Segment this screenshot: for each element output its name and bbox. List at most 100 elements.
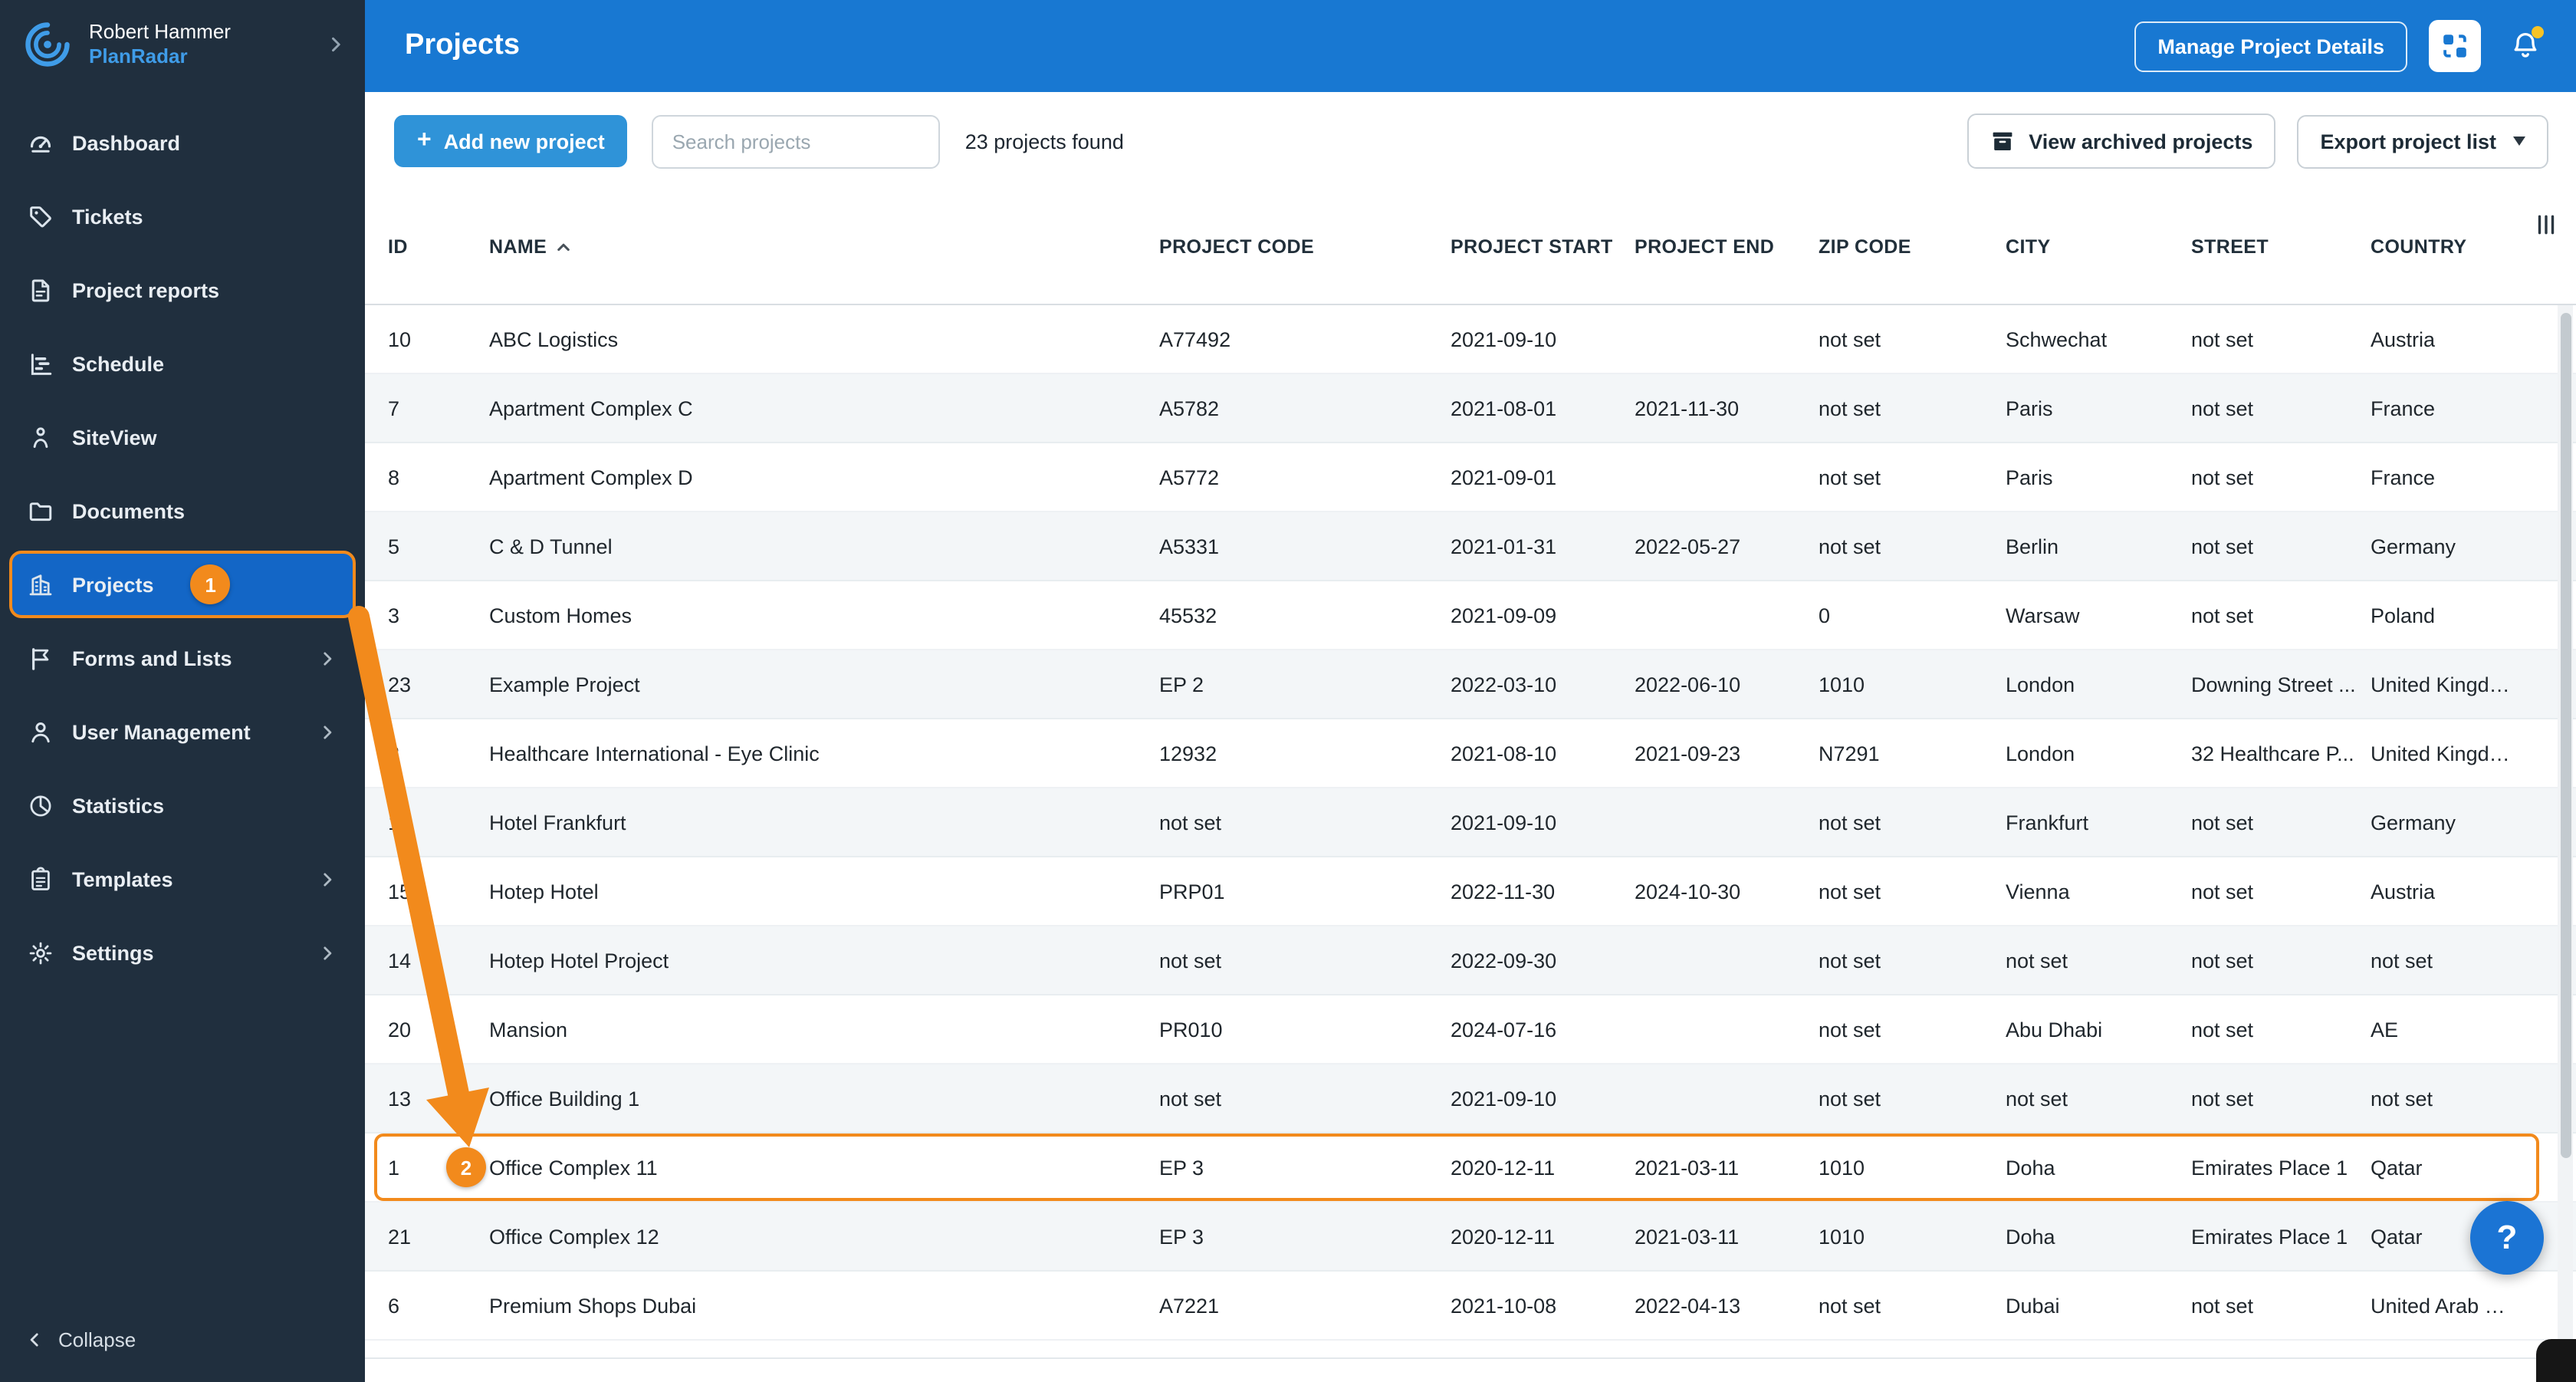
manage-project-details-button[interactable]: Manage Project Details [2134,21,2407,71]
notifications-button[interactable] [2502,21,2548,71]
column-header-id[interactable]: ID [388,236,489,258]
cell-name: Hotel Frankfurt [489,811,626,834]
cell-city: Frankfurt [2006,811,2089,834]
table-row[interactable]: 20 Mansion PR010 2024-07-16 not set Abu Dhabi… [365,995,2576,1064]
table-row[interactable]: 15 Hotep Hotel PRP01 2022-11-30 2024-10-30 no… [365,857,2576,926]
cell-project-code: not set [1159,949,1222,972]
cell-country: Germany [2371,535,2456,558]
cell-zip-code: 1010 [1819,1225,1865,1248]
column-header-project-code[interactable]: PROJECT CODE [1159,236,1451,258]
sidebar-item-settings[interactable]: Settings [9,919,356,986]
cell-project-start: 2021-09-10 [1451,327,1557,350]
collapse-button[interactable]: Collapse [0,1304,365,1382]
sidebar-item-label: SiteView [72,426,157,449]
annotation-step-1-badge: 1 [190,564,231,604]
account-menu[interactable]: Robert Hammer PlanRadar [0,0,365,89]
table-row[interactable]: 6 Premium Shops Dubai A7221 2021-10-08 2022-… [365,1272,2576,1341]
table-row[interactable]: 7 Apartment Complex C A5782 2021-08-01 2021-… [365,374,2576,443]
ticket-icon [28,203,54,229]
cell-country: United Arab Em... [2371,1294,2530,1317]
cell-city: Doha [2006,1225,2055,1248]
sidebar-item-label: Documents [72,499,186,522]
cell-id: 2 [388,742,400,765]
sidebar-item-schedule[interactable]: Schedule [9,330,356,397]
view-archived-projects-button[interactable]: View archived projects [1967,114,2276,169]
scrollbar-thumb[interactable] [2561,313,2571,1158]
cell-project-code: EP 3 [1159,1156,1204,1179]
table-row[interactable]: 13 Office Building 1 not set 2021-09-10 not … [365,1064,2576,1134]
cell-name: Apartment Complex D [489,466,693,489]
page-title: Projects [405,29,520,61]
chevron-right-icon[interactable] [325,34,347,55]
cell-project-start: 2022-03-10 [1451,673,1557,696]
table-row[interactable]: 10 ABC Logistics A77492 2021-09-10 not set Sc… [365,305,2576,374]
sidebar-item-user-management[interactable]: User Management [9,698,356,765]
sidebar-item-tickets[interactable]: Tickets [9,183,356,250]
projects-table: ID NAME PROJECT CODE PROJECT START PROJECT E… [365,190,2576,1382]
user-name: Robert Hammer [89,19,231,43]
table-row[interactable]: 21 Office Complex 12 EP 3 2020-12-11 2021-03… [365,1203,2576,1272]
table-row[interactable]: 12 Hotel Frankfurt not set 2021-09-10 not se… [365,788,2576,857]
column-header-project-end[interactable]: PROJECT END [1635,236,1819,258]
column-header-city[interactable]: CITY [2006,236,2191,258]
table-row[interactable]: 8 Apartment Complex D A5772 2021-09-01 not s… [365,443,2576,512]
column-settings-icon[interactable] [2533,212,2559,238]
cell-country: not set [2371,1087,2433,1110]
cell-id: 20 [388,1018,412,1041]
chevron-right-icon [317,648,337,668]
column-header-country[interactable]: COUNTRY [2371,236,2530,258]
cell-name: Custom Homes [489,604,632,627]
add-new-project-button[interactable]: + Add new project [394,115,628,167]
corner-overlay [2536,1339,2576,1382]
user-icon [28,719,54,745]
table-row[interactable]: 1 Office Complex 11 EP 3 2020-12-11 2021-03-… [365,1134,2576,1203]
collapse-label: Collapse [58,1328,136,1351]
table-row[interactable]: 5 C & D Tunnel A5331 2021-01-31 2022-05-27 no… [365,512,2576,581]
apps-button[interactable] [2429,20,2481,72]
table-row[interactable]: 2 Healthcare International - Eye Clinic 12… [365,719,2576,788]
sidebar-item-label: Project reports [72,278,220,301]
folder-icon [28,498,54,524]
cell-project-code: not set [1159,811,1222,834]
cell-country: United Kingdom [2371,673,2518,696]
sidebar-item-templates[interactable]: Templates [9,845,356,913]
scrollbar[interactable] [2558,305,2573,1341]
export-project-list-button[interactable]: Export project list [2297,114,2548,168]
column-header-name[interactable]: NAME [489,236,1159,258]
chevron-right-icon [317,943,337,962]
sidebar-item-project-reports[interactable]: Project reports [9,256,356,324]
sidebar-item-label: Forms and Lists [72,647,232,670]
cell-project-end: 2022-05-27 [1635,535,1741,558]
cell-zip-code: N7291 [1819,742,1880,765]
cell-project-end: 2024-10-30 [1635,880,1741,903]
cell-id: 8 [388,466,400,489]
sidebar-item-statistics[interactable]: Statistics [9,772,356,839]
flag-icon [28,645,54,671]
column-header-zip-code[interactable]: ZIP CODE [1819,236,2006,258]
help-button[interactable]: ? [2470,1201,2544,1275]
sidebar-item-siteview[interactable]: SiteView [9,403,356,471]
cell-country: Qatar [2371,1156,2423,1179]
column-header-street[interactable]: STREET [2191,236,2371,258]
sidebar-item-documents[interactable]: Documents [9,477,356,545]
column-header-project-start[interactable]: PROJECT START [1451,236,1635,258]
search-input[interactable] [652,114,941,168]
sidebar-item-projects[interactable]: Projects 1 [9,551,356,618]
cell-street: not set [2191,1294,2254,1317]
cell-zip-code: not set [1819,466,1881,489]
cell-id: 3 [388,604,400,627]
sidebar-item-dashboard[interactable]: Dashboard [9,109,356,176]
cell-name: ABC Logistics [489,327,619,350]
cell-project-start: 2022-09-30 [1451,949,1557,972]
cell-country: Poland [2371,604,2436,627]
cell-project-code: PR010 [1159,1018,1223,1041]
cell-street: Downing Street ... [2191,673,2356,696]
archived-button-label: View archived projects [2029,130,2253,153]
table-row[interactable]: 14 Hotep Hotel Project not set 2022-09-30 no… [365,926,2576,995]
cell-project-start: 2021-09-10 [1451,811,1557,834]
table-row[interactable]: 23 Example Project EP 2 2022-03-10 2022-06-1… [365,650,2576,719]
cell-country: United Kingdom [2371,742,2518,765]
cell-project-end: 2022-06-10 [1635,673,1741,696]
sidebar-item-forms-and-lists[interactable]: Forms and Lists [9,624,356,692]
table-row[interactable]: 3 Custom Homes 45532 2021-09-09 0 Warsaw not s… [365,581,2576,650]
